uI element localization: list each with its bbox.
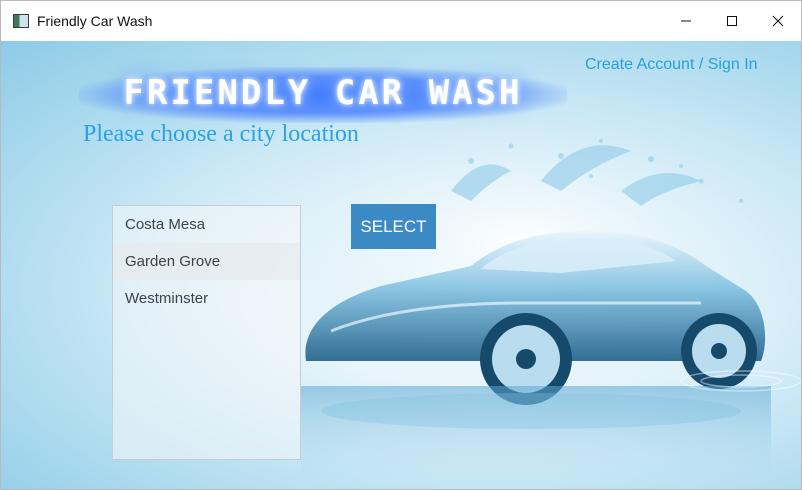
select-button[interactable]: SELECT	[351, 204, 436, 249]
city-item-westminster[interactable]: Westminster	[113, 280, 300, 317]
close-icon	[772, 15, 784, 27]
app-logo: FRIENDLY CAR WASH	[123, 73, 523, 113]
create-account-sign-in-link[interactable]: Create Account / Sign In	[585, 56, 758, 74]
city-list[interactable]: Costa Mesa Garden Grove Westminster	[112, 205, 301, 460]
window-controls	[663, 1, 801, 41]
page-subtitle: Please choose a city location	[83, 121, 359, 147]
window-title: Friendly Car Wash	[37, 13, 153, 29]
app-window-icon	[13, 14, 29, 28]
city-item-garden-grove[interactable]: Garden Grove	[113, 243, 300, 280]
title-bar: Friendly Car Wash	[1, 1, 801, 41]
maximize-button[interactable]	[709, 1, 755, 41]
main-content: FRIENDLY CAR WASH Please choose a city l…	[1, 41, 801, 489]
maximize-icon	[727, 16, 737, 26]
app-window: Friendly Car Wash FRIENDLY CAR WASH Plea…	[0, 0, 802, 490]
minimize-button[interactable]	[663, 1, 709, 41]
minimize-icon	[681, 20, 691, 22]
close-button[interactable]	[755, 1, 801, 41]
city-item-costa-mesa[interactable]: Costa Mesa	[113, 206, 300, 243]
